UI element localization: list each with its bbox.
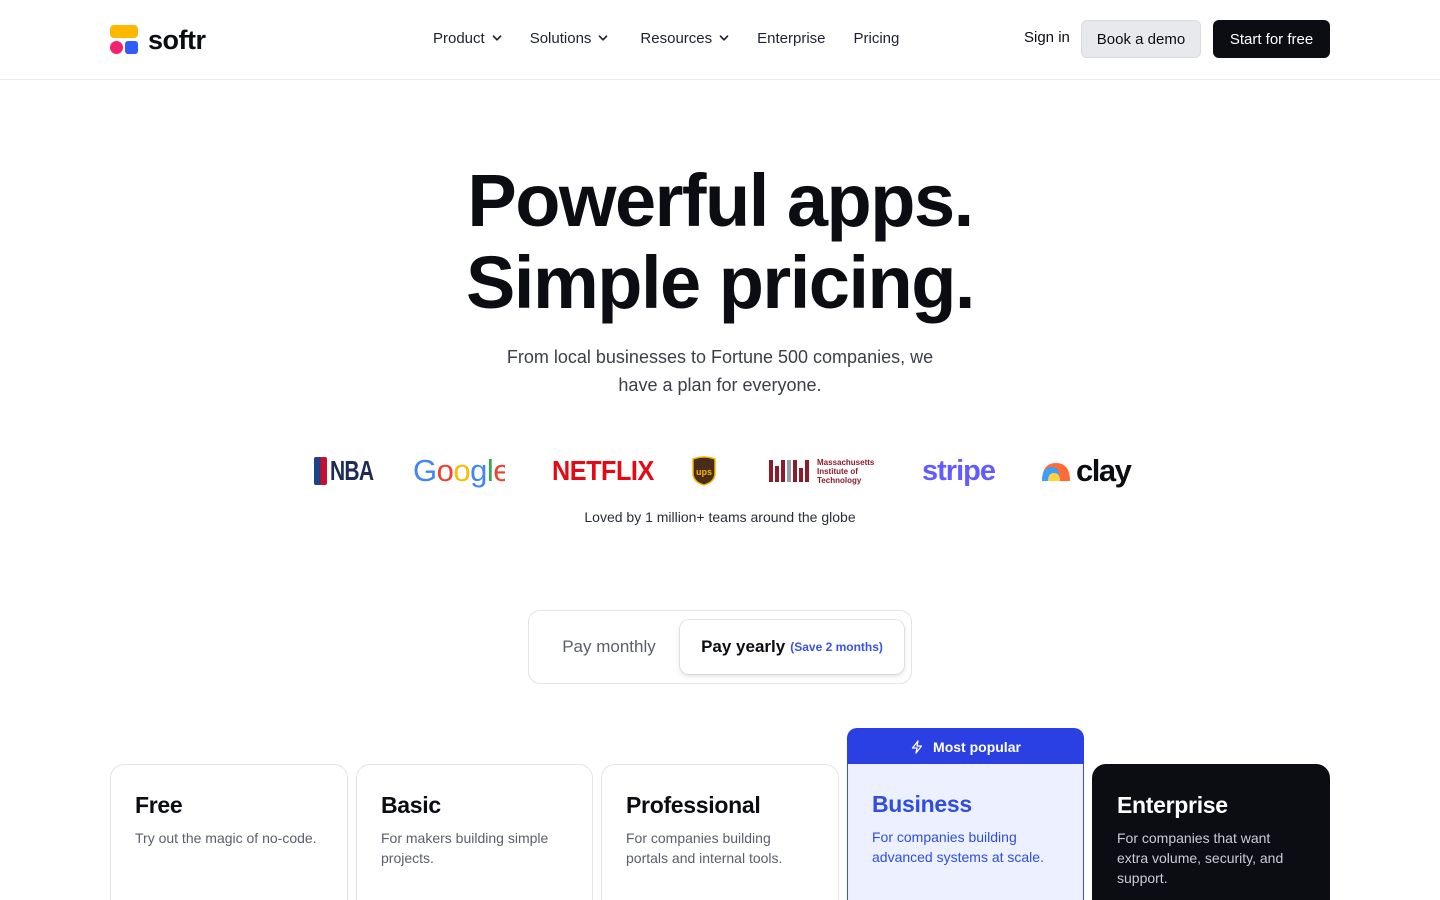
softr-logo[interactable]: softr bbox=[110, 24, 206, 56]
brand-name: softr bbox=[148, 24, 206, 55]
plan-name: Free bbox=[135, 792, 183, 818]
start-for-free-button[interactable]: Start for free bbox=[1213, 20, 1330, 58]
billing-toggle: Pay monthly Pay yearly (Save 2 months) bbox=[528, 610, 912, 684]
chevron-down-icon bbox=[599, 35, 608, 41]
mit-line: Technology bbox=[817, 475, 862, 485]
stripe-logo: stripe bbox=[922, 454, 996, 487]
mit-logo: Massachusetts Institute of Technology bbox=[769, 450, 874, 492]
nba-wordmark: NBA bbox=[330, 455, 374, 486]
mit-line: Massachusetts bbox=[817, 457, 875, 467]
most-popular-label: Most popular bbox=[933, 739, 1021, 755]
pay-yearly-option[interactable]: Pay yearly (Save 2 months) bbox=[680, 620, 904, 674]
chevron-down-icon bbox=[492, 35, 502, 41]
plan-description: For companies that want extra volume, se… bbox=[1117, 830, 1284, 886]
lightning-icon bbox=[911, 740, 923, 754]
plan-card-professional: Professional For companies building port… bbox=[601, 764, 839, 900]
ups-logo: ups bbox=[692, 450, 716, 492]
pay-yearly-label: Pay yearly bbox=[701, 637, 786, 656]
plan-name: Professional bbox=[626, 792, 761, 818]
menu-item-pricing[interactable]: Pricing bbox=[854, 30, 900, 47]
plan-card-business: Business For companies building advanced… bbox=[847, 764, 1084, 900]
pay-monthly-option[interactable]: Pay monthly bbox=[529, 611, 689, 683]
menu-item-product[interactable]: Product bbox=[433, 30, 502, 47]
plan-card-enterprise: Enterprise For companies that want extra… bbox=[1092, 764, 1330, 900]
plan-card-basic: Basic For makers building simple project… bbox=[356, 764, 593, 900]
plan-card-free: Free Try out the magic of no-code. bbox=[110, 764, 348, 900]
menu-item-label: Product bbox=[433, 29, 485, 47]
main-menu: Product Solutions Resources Enterprise P… bbox=[433, 28, 899, 48]
menu-item-label: Solutions bbox=[529, 29, 592, 47]
ups-shield-icon: ups bbox=[692, 456, 716, 486]
softr-logo-icon bbox=[110, 25, 140, 55]
svg-text:Google: Google bbox=[413, 453, 505, 488]
hero-subtitle: From local businesses to Fortune 500 com… bbox=[506, 347, 934, 395]
menu-item-enterprise[interactable]: Enterprise bbox=[757, 30, 825, 47]
plan-name: Basic bbox=[381, 792, 441, 818]
menu-item-solutions[interactable]: Solutions bbox=[530, 30, 609, 47]
mit-line: Institute of bbox=[817, 466, 858, 476]
clay-arch-icon bbox=[1042, 463, 1070, 481]
logos-caption: Loved by 1 million+ teams around the glo… bbox=[584, 509, 856, 525]
svg-text:ups: ups bbox=[696, 467, 712, 477]
chevron-down-icon bbox=[719, 35, 729, 41]
customer-logos: NBA Google NETFLIX ups Massachusetts Ins… bbox=[0, 450, 1440, 492]
menu-item-label: Enterprise bbox=[757, 29, 826, 47]
plan-description: For companies building portals and inter… bbox=[626, 830, 783, 866]
mit-bars-icon bbox=[769, 460, 811, 482]
mit-wordmark: Massachusetts Institute of Technology bbox=[817, 458, 874, 485]
plan-description: For companies building advanced systems … bbox=[872, 829, 1044, 865]
google-wordmark: Google bbox=[413, 453, 505, 488]
clay-wordmark: clay bbox=[1076, 453, 1132, 488]
top-nav: softr Product Solutions Resources Enterp… bbox=[0, 0, 1440, 80]
netflix-logo: NETFLIX bbox=[552, 455, 654, 486]
nba-logo: NBA bbox=[314, 450, 388, 492]
save-note: (Save 2 months) bbox=[790, 640, 883, 654]
most-popular-badge: Most popular bbox=[847, 728, 1084, 766]
sign-in-link[interactable]: Sign in bbox=[1024, 29, 1070, 46]
hero-title: Powerful apps. Simple pricing. bbox=[0, 160, 1440, 324]
nba-badge-icon bbox=[314, 457, 327, 485]
book-demo-button[interactable]: Book a demo bbox=[1081, 20, 1201, 58]
hero-title-line-1: Powerful apps. bbox=[467, 159, 974, 242]
plan-description: Try out the magic of no-code. bbox=[135, 830, 317, 846]
clay-logo: clay bbox=[1040, 450, 1132, 492]
menu-item-resources[interactable]: Resources bbox=[640, 30, 729, 47]
hero-title-line-2: Simple pricing. bbox=[466, 241, 975, 324]
menu-item-label: Resources bbox=[640, 29, 713, 47]
plan-name: Business bbox=[872, 791, 972, 817]
menu-item-label: Pricing bbox=[853, 29, 900, 47]
plan-name: Enterprise bbox=[1117, 792, 1228, 818]
google-logo: Google bbox=[413, 450, 505, 492]
plan-description: For makers building simple projects. bbox=[381, 830, 549, 866]
